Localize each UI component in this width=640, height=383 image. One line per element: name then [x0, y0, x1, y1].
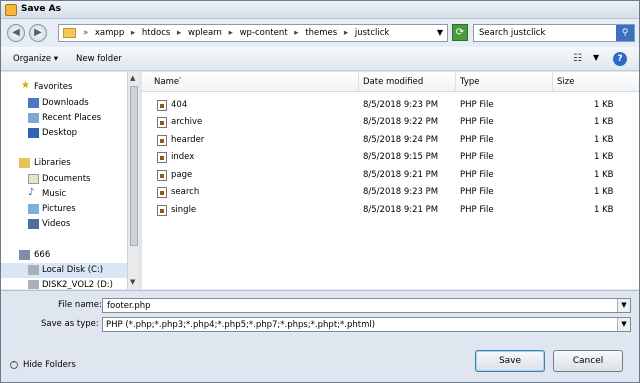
organize-button[interactable]: Organize ▾	[13, 54, 58, 64]
nav-videos[interactable]: Videos	[1, 217, 127, 232]
libraries-icon	[19, 158, 30, 168]
chevron-down-icon[interactable]: ▼	[617, 299, 630, 312]
save-form: File name: footer.php ▼ Save as type: PH…	[1, 290, 639, 382]
nav-documents[interactable]: Documents	[1, 172, 127, 187]
column-name[interactable]: Name	[154, 77, 179, 87]
nav-music[interactable]: ♪ Music	[1, 187, 127, 202]
breadcrumb-item[interactable]: htdocs	[142, 28, 170, 38]
folder-icon	[63, 28, 76, 38]
column-type[interactable]: Type	[460, 77, 480, 87]
nav-computer[interactable]: 666	[1, 248, 127, 263]
help-icon[interactable]: ?	[613, 52, 627, 66]
file-name-field[interactable]: footer.php ▼	[102, 298, 631, 313]
php-file-icon	[157, 205, 167, 216]
title-bar: Save As	[1, 1, 639, 19]
scroll-down-icon[interactable]: ▼	[130, 278, 135, 286]
navigation-pane: ★ Favorites Downloads Recent Places Desk…	[1, 72, 139, 289]
php-file-icon	[157, 187, 167, 198]
address-row: ◀ ▶ » xampp ▸ htdocs ▸ wplearn ▸ wp-cont…	[1, 19, 639, 47]
php-file-icon	[157, 135, 167, 146]
nav-downloads[interactable]: Downloads	[1, 96, 127, 111]
save-button[interactable]: Save	[475, 350, 545, 372]
drive-icon	[28, 265, 39, 275]
sort-asc-icon: ˄	[178, 77, 183, 87]
breadcrumb-item[interactable]: themes	[305, 28, 337, 38]
file-row[interactable]: index 8/5/2018 9:15 PM PHP File 1 KB	[142, 149, 639, 166]
file-name-label: File name:	[58, 300, 102, 310]
nav-local-disk-c[interactable]: Local Disk (C:)	[1, 263, 127, 278]
file-list: Name ˄ Date modified Type Size 404 8/5/2…	[142, 72, 639, 289]
file-row[interactable]: 404 8/5/2018 9:23 PM PHP File 1 KB	[142, 97, 639, 114]
nav-libraries[interactable]: Libraries	[1, 156, 127, 171]
refresh-button[interactable]: ⟳	[452, 24, 468, 41]
breadcrumb-item[interactable]: wp-content	[240, 28, 288, 38]
scrollbar-thumb[interactable]	[130, 86, 138, 246]
videos-icon	[28, 219, 39, 229]
chevron-down-icon[interactable]: ▼	[437, 28, 443, 37]
breadcrumb: » xampp ▸ htdocs ▸ wplearn ▸ wp-content …	[83, 28, 390, 38]
column-size[interactable]: Size	[557, 77, 574, 87]
music-icon: ♪	[28, 187, 35, 198]
app-icon	[5, 4, 17, 16]
breadcrumb-item[interactable]: justclick	[355, 28, 390, 38]
navigation-scrollbar[interactable]: ▲ ▼	[127, 72, 139, 289]
column-date-modified[interactable]: Date modified	[363, 77, 423, 87]
window-title: Save As	[21, 4, 61, 14]
star-icon: ★	[21, 80, 30, 91]
search-icon[interactable]: ⚲	[616, 25, 634, 41]
php-file-icon	[157, 117, 167, 128]
save-as-dialog: Save As ◀ ▶ » xampp ▸ htdocs ▸ wplearn ▸…	[0, 0, 640, 383]
chevron-down-icon[interactable]: ▼	[593, 53, 599, 62]
forward-button[interactable]: ▶	[29, 24, 47, 42]
hide-folders-button[interactable]: ˄ Hide Folders	[7, 356, 79, 374]
search-placeholder: Search justclick	[479, 28, 546, 38]
file-name-value: footer.php	[107, 301, 151, 311]
pictures-icon	[28, 204, 39, 214]
back-button[interactable]: ◀	[7, 24, 25, 42]
php-file-icon	[157, 100, 167, 111]
breadcrumb-item[interactable]: xampp	[95, 28, 124, 38]
php-file-icon	[157, 152, 167, 163]
cancel-button[interactable]: Cancel	[553, 350, 623, 372]
nav-desktop[interactable]: Desktop	[1, 126, 127, 141]
file-row[interactable]: search 8/5/2018 9:23 PM PHP File 1 KB	[142, 184, 639, 201]
address-bar[interactable]: » xampp ▸ htdocs ▸ wplearn ▸ wp-content …	[58, 24, 448, 42]
column-header: Name ˄ Date modified Type Size	[142, 72, 639, 92]
file-row[interactable]: page 8/5/2018 9:21 PM PHP File 1 KB	[142, 167, 639, 184]
new-folder-button[interactable]: New folder	[76, 54, 122, 64]
nav-favorites[interactable]: ★ Favorites	[1, 80, 127, 95]
nav-disk2-vol2-d[interactable]: DISK2_VOL2 (D:)	[1, 278, 127, 289]
desktop-icon	[28, 128, 39, 138]
recent-places-icon	[28, 113, 39, 123]
nav-pictures[interactable]: Pictures	[1, 202, 127, 217]
chevron-up-icon: ˄	[10, 361, 18, 369]
drive-icon	[28, 280, 39, 289]
chevron-down-icon[interactable]: ▼	[617, 318, 630, 331]
save-as-type-label: Save as type:	[41, 319, 99, 329]
save-as-type-select[interactable]: PHP (*.php;*.php3;*.php4;*.php5;*.php7;*…	[102, 317, 631, 332]
file-row[interactable]: single 8/5/2018 9:21 PM PHP File 1 KB	[142, 202, 639, 219]
php-file-icon	[157, 170, 167, 181]
toolbar: Organize ▾ New folder ☷ ▼ ?	[1, 47, 639, 71]
nav-recent-places[interactable]: Recent Places	[1, 111, 127, 126]
scroll-up-icon[interactable]: ▲	[130, 74, 135, 82]
search-input[interactable]: Search justclick ⚲	[473, 24, 635, 42]
file-row[interactable]: hearder 8/5/2018 9:24 PM PHP File 1 KB	[142, 132, 639, 149]
downloads-icon	[28, 98, 39, 108]
views-icon[interactable]: ☷	[573, 53, 582, 64]
file-row[interactable]: archive 8/5/2018 9:22 PM PHP File 1 KB	[142, 114, 639, 131]
save-as-type-value: PHP (*.php;*.php3;*.php4;*.php5;*.php7;*…	[106, 320, 376, 330]
breadcrumb-item[interactable]: wplearn	[188, 28, 222, 38]
computer-icon	[19, 250, 30, 260]
documents-icon	[28, 174, 39, 184]
